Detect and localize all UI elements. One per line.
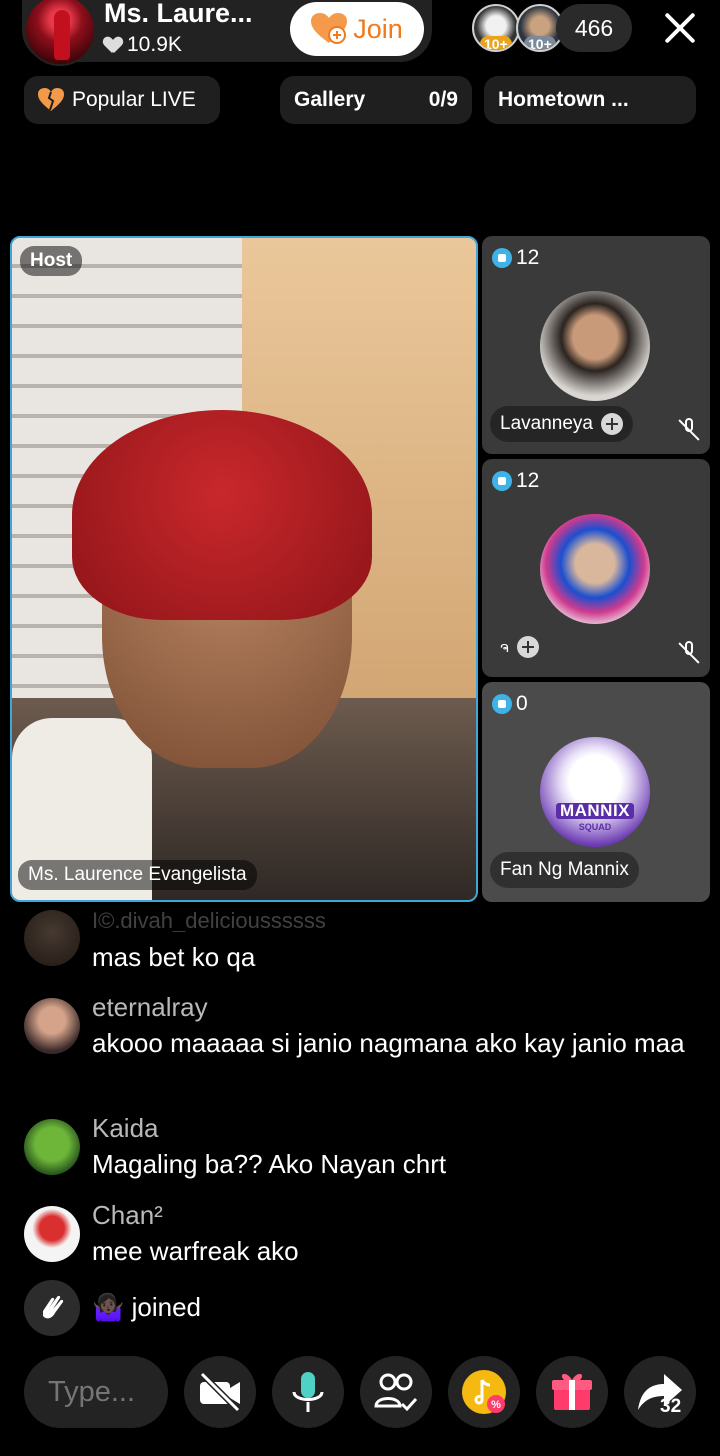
follow-plus-icon[interactable] xyxy=(516,636,539,658)
host-name[interactable]: Ms. Laure... xyxy=(104,0,253,29)
join-button[interactable]: Join xyxy=(290,2,424,56)
heart-icon xyxy=(104,37,122,53)
viewer-rank-badge: 10+ xyxy=(524,36,556,50)
chat-username[interactable]: Chan² xyxy=(92,1200,163,1231)
camera-off-button[interactable] xyxy=(184,1356,256,1428)
heart-plus-icon xyxy=(311,13,348,44)
chat-text: Magaling ba?? Ako Nayan chrt xyxy=(92,1149,447,1179)
gem-icon xyxy=(492,471,512,491)
chat-username[interactable]: I©.divah_delicioussssss xyxy=(92,908,326,932)
guest-name: Lavanneya xyxy=(500,413,593,434)
guest-avatar[interactable]: MANNIX SQUAD xyxy=(540,737,650,847)
user-avatar[interactable] xyxy=(24,1119,80,1175)
chat-text: akooo maaaaa si janio nagmana ako kay ja… xyxy=(92,1028,685,1058)
logo-subtext: SQUAD xyxy=(578,822,612,832)
heart-icon xyxy=(38,88,64,111)
top-viewer-avatar-1[interactable]: 10+ xyxy=(472,4,520,52)
host-name-tag: Ms. Laurence Evangelista xyxy=(18,860,257,890)
join-event-text: 🤷🏿‍♀️ joined xyxy=(92,1292,201,1322)
share-button[interactable]: 32 xyxy=(624,1356,696,1428)
close-icon[interactable] xyxy=(662,10,698,46)
hometown-chip[interactable]: Hometown ... xyxy=(484,76,696,124)
comment-input[interactable] xyxy=(24,1356,168,1428)
guest-score: 12 xyxy=(492,469,539,493)
hometown-label: Hometown ... xyxy=(498,88,629,111)
host-bonnet xyxy=(72,410,372,620)
gallery-label: Gallery xyxy=(294,88,366,111)
chat-text: mee warfreak ako xyxy=(92,1236,299,1266)
host-tag: Host xyxy=(20,246,83,276)
mic-muted-icon xyxy=(678,418,700,442)
popular-live-label: Popular LIVE xyxy=(72,88,196,111)
join-label: Join xyxy=(353,13,403,44)
guest-score: 12 xyxy=(492,246,539,270)
microphone-button[interactable] xyxy=(272,1356,344,1428)
gallery-count: 0/9 xyxy=(428,88,458,111)
mannix-squad-logo: MANNIX SQUAD xyxy=(540,737,650,847)
logo-text: MANNIX xyxy=(555,802,635,819)
viewer-rank-badge: 10+ xyxy=(480,36,512,50)
gift-icon xyxy=(552,1373,592,1410)
viewer-count[interactable]: 466 xyxy=(556,4,632,52)
guest-tile-2[interactable]: 12 ຈ xyxy=(482,459,710,677)
guest-tile-3[interactable]: 0 MANNIX SQUAD Fan Ng Mannix xyxy=(482,682,710,902)
chat-username[interactable]: Kaida xyxy=(92,1113,159,1144)
guest-name-tag[interactable]: Lavanneya xyxy=(490,406,633,442)
popular-live-chip[interactable]: Popular LIVE xyxy=(24,76,220,124)
gift-button[interactable] xyxy=(536,1356,608,1428)
mic-muted-icon xyxy=(678,641,700,665)
host-video-tile[interactable]: Host Ms. Laurence Evangelista xyxy=(10,236,478,902)
user-avatar[interactable] xyxy=(24,1206,80,1262)
gallery-chip[interactable]: Gallery 0/9 xyxy=(280,76,472,124)
guest-manage-button[interactable] xyxy=(360,1356,432,1428)
guest-name: ຈ xyxy=(500,638,509,655)
guest-tile-1[interactable]: 12 Lavanneya xyxy=(482,236,710,454)
guest-avatar[interactable] xyxy=(540,514,650,624)
share-count: 32 xyxy=(660,1396,682,1417)
wave-hand-icon xyxy=(24,1280,80,1336)
guest-name: Fan Ng Mannix xyxy=(500,859,629,880)
promo-button[interactable]: % xyxy=(448,1356,520,1428)
guest-score-value: 12 xyxy=(516,469,540,492)
guest-name-tag[interactable]: Fan Ng Mannix xyxy=(490,852,639,888)
user-avatar[interactable] xyxy=(24,910,80,966)
guest-score-value: 12 xyxy=(516,246,540,269)
guest-name-tag[interactable]: ຈ xyxy=(490,629,549,665)
tiktok-coin-icon: % xyxy=(462,1370,506,1414)
guest-avatar[interactable] xyxy=(540,291,650,401)
user-avatar[interactable] xyxy=(24,998,80,1054)
camera-off-icon xyxy=(199,1371,241,1413)
guest-score: 0 xyxy=(492,692,528,716)
chat-text: mas bet ko qa xyxy=(92,942,256,972)
microphone-icon xyxy=(292,1372,324,1412)
follow-plus-icon[interactable] xyxy=(600,413,623,435)
guest-score-value: 0 xyxy=(516,692,528,715)
users-check-icon xyxy=(374,1373,418,1412)
gem-icon xyxy=(492,248,512,268)
host-likes: 10.9K xyxy=(104,33,182,57)
host-likes-count: 10.9K xyxy=(127,33,182,56)
svg-text:%: % xyxy=(491,1399,501,1411)
gem-icon xyxy=(492,694,512,714)
chat-username[interactable]: eternalray xyxy=(92,992,208,1023)
